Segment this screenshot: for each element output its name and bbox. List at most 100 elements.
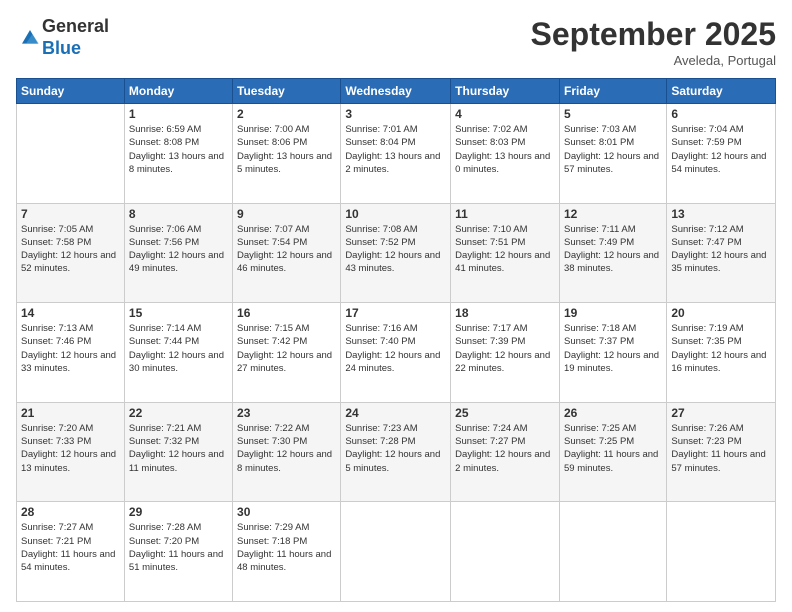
day-number: 5 (564, 107, 662, 121)
table-row: 12Sunrise: 7:11 AM Sunset: 7:49 PM Dayli… (559, 203, 666, 303)
day-info: Sunrise: 7:12 AM Sunset: 7:47 PM Dayligh… (671, 223, 771, 276)
col-thursday: Thursday (451, 79, 560, 104)
table-row: 18 Sunrise: 7:17 AM Sunset: 7:39 PM Dayli… (451, 303, 560, 403)
calendar-header-row: Sunday Monday Tuesday Wednesday Thursday… (17, 79, 776, 104)
table-row: 8 Sunrise: 7:06 AM Sunset: 7:56 PM Daylig… (124, 203, 232, 303)
day-number: 24 (345, 406, 446, 420)
day-number: 26 (564, 406, 662, 420)
col-monday: Monday (124, 79, 232, 104)
table-row: 26 Sunrise: 7:25 AM Sunset: 7:25 PM Dayli… (559, 402, 666, 502)
table-row: 29 Sunrise: 7:28 AM Sunset: 7:20 PM Dayli… (124, 502, 232, 602)
day-number: 30 (237, 505, 336, 519)
day-number: 15 (129, 306, 228, 320)
day-info: Sunrise: 7:21 AM Sunset: 7:32 PM Dayligh… (129, 422, 228, 475)
table-row: 28Sunrise: 7:27 AM Sunset: 7:21 PM Dayli… (17, 502, 125, 602)
day-info: Sunrise: 6:59 AM Sunset: 8:08 PM Dayligh… (129, 123, 228, 176)
table-row: 27Sunrise: 7:26 AM Sunset: 7:23 PM Dayli… (667, 402, 776, 502)
table-row: 3Sunrise: 7:01 AM Sunset: 8:04 PM Daylig… (341, 104, 451, 204)
day-number: 9 (237, 207, 336, 221)
table-row: 9 Sunrise: 7:07 AM Sunset: 7:54 PM Daylig… (233, 203, 341, 303)
table-row: 20 Sunrise: 7:19 AM Sunset: 7:35 PM Dayli… (667, 303, 776, 403)
day-number: 6 (671, 107, 771, 121)
table-row: 24 Sunrise: 7:23 AM Sunset: 7:28 PM Dayli… (341, 402, 451, 502)
day-info: Sunrise: 7:19 AM Sunset: 7:35 PM Dayligh… (671, 322, 771, 375)
day-number: 29 (129, 505, 228, 519)
table-row (17, 104, 125, 204)
table-row: 21Sunrise: 7:20 AM Sunset: 7:33 PM Dayli… (17, 402, 125, 502)
table-row: 14 Sunrise: 7:13 AM Sunset: 7:46 PM Dayli… (17, 303, 125, 403)
table-row: 10 Sunrise: 7:08 AM Sunset: 7:52 PM Dayli… (341, 203, 451, 303)
logo-icon (18, 26, 42, 50)
day-info: Sunrise: 7:06 AM Sunset: 7:56 PM Dayligh… (129, 223, 228, 276)
day-info: Sunrise: 7:29 AM Sunset: 7:18 PM Dayligh… (237, 521, 336, 574)
logo: General Blue (16, 16, 109, 59)
day-info: Sunrise: 7:02 AM Sunset: 8:03 PM Dayligh… (455, 123, 555, 176)
logo-general: General (42, 16, 109, 36)
day-number: 1 (129, 107, 228, 121)
day-number: 19 (564, 306, 662, 320)
day-info: Sunrise: 7:18 AM Sunset: 7:37 PM Dayligh… (564, 322, 662, 375)
day-number: 25 (455, 406, 555, 420)
day-info: Sunrise: 7:13 AM Sunset: 7:46 PM Dayligh… (21, 322, 120, 375)
day-info: Sunrise: 7:03 AM Sunset: 8:01 PM Dayligh… (564, 123, 662, 176)
day-info: Sunrise: 7:23 AM Sunset: 7:28 PM Dayligh… (345, 422, 446, 475)
day-info: Sunrise: 7:07 AM Sunset: 7:54 PM Dayligh… (237, 223, 336, 276)
table-row: 1 Sunrise: 6:59 AM Sunset: 8:08 PM Daylig… (124, 104, 232, 204)
calendar-week-row: 21Sunrise: 7:20 AM Sunset: 7:33 PM Dayli… (17, 402, 776, 502)
col-friday: Friday (559, 79, 666, 104)
table-row: 16 Sunrise: 7:15 AM Sunset: 7:42 PM Dayli… (233, 303, 341, 403)
table-row: 17 Sunrise: 7:16 AM Sunset: 7:40 PM Dayli… (341, 303, 451, 403)
table-row: 15 Sunrise: 7:14 AM Sunset: 7:44 PM Dayli… (124, 303, 232, 403)
day-info: Sunrise: 7:24 AM Sunset: 7:27 PM Dayligh… (455, 422, 555, 475)
table-row: 4 Sunrise: 7:02 AM Sunset: 8:03 PM Daylig… (451, 104, 560, 204)
day-number: 22 (129, 406, 228, 420)
table-row: 22 Sunrise: 7:21 AM Sunset: 7:32 PM Dayli… (124, 402, 232, 502)
day-number: 2 (237, 107, 336, 121)
calendar-table: Sunday Monday Tuesday Wednesday Thursday… (16, 78, 776, 602)
day-info: Sunrise: 7:15 AM Sunset: 7:42 PM Dayligh… (237, 322, 336, 375)
table-row (451, 502, 560, 602)
calendar-week-row: 28Sunrise: 7:27 AM Sunset: 7:21 PM Dayli… (17, 502, 776, 602)
day-number: 4 (455, 107, 555, 121)
day-number: 8 (129, 207, 228, 221)
table-row (341, 502, 451, 602)
location-subtitle: Aveleda, Portugal (531, 53, 776, 68)
col-tuesday: Tuesday (233, 79, 341, 104)
day-info: Sunrise: 7:25 AM Sunset: 7:25 PM Dayligh… (564, 422, 662, 475)
day-number: 20 (671, 306, 771, 320)
day-info: Sunrise: 7:28 AM Sunset: 7:20 PM Dayligh… (129, 521, 228, 574)
day-info: Sunrise: 7:14 AM Sunset: 7:44 PM Dayligh… (129, 322, 228, 375)
table-row: 23 Sunrise: 7:22 AM Sunset: 7:30 PM Dayli… (233, 402, 341, 502)
day-number: 17 (345, 306, 446, 320)
day-number: 23 (237, 406, 336, 420)
calendar-week-row: 1 Sunrise: 6:59 AM Sunset: 8:08 PM Daylig… (17, 104, 776, 204)
title-block: September 2025 Aveleda, Portugal (531, 16, 776, 68)
day-info: Sunrise: 7:05 AM Sunset: 7:58 PM Dayligh… (21, 223, 120, 276)
table-row (667, 502, 776, 602)
calendar-week-row: 7 Sunrise: 7:05 AM Sunset: 7:58 PM Daylig… (17, 203, 776, 303)
day-number: 3 (345, 107, 446, 121)
day-info: Sunrise: 7:16 AM Sunset: 7:40 PM Dayligh… (345, 322, 446, 375)
table-row: 7 Sunrise: 7:05 AM Sunset: 7:58 PM Daylig… (17, 203, 125, 303)
page: General Blue September 2025 Aveleda, Por… (0, 0, 792, 612)
day-number: 28 (21, 505, 120, 519)
table-row: 2 Sunrise: 7:00 AM Sunset: 8:06 PM Daylig… (233, 104, 341, 204)
day-number: 10 (345, 207, 446, 221)
logo-blue: Blue (42, 38, 81, 58)
day-number: 7 (21, 207, 120, 221)
header: General Blue September 2025 Aveleda, Por… (16, 16, 776, 68)
day-number: 16 (237, 306, 336, 320)
day-info: Sunrise: 7:00 AM Sunset: 8:06 PM Dayligh… (237, 123, 336, 176)
table-row (559, 502, 666, 602)
day-info: Sunrise: 7:17 AM Sunset: 7:39 PM Dayligh… (455, 322, 555, 375)
table-row: 11Sunrise: 7:10 AM Sunset: 7:51 PM Dayli… (451, 203, 560, 303)
day-info: Sunrise: 7:10 AM Sunset: 7:51 PM Dayligh… (455, 223, 555, 276)
day-info: Sunrise: 7:22 AM Sunset: 7:30 PM Dayligh… (237, 422, 336, 475)
day-info: Sunrise: 7:08 AM Sunset: 7:52 PM Dayligh… (345, 223, 446, 276)
day-number: 18 (455, 306, 555, 320)
table-row: 5 Sunrise: 7:03 AM Sunset: 8:01 PM Daylig… (559, 104, 666, 204)
table-row: 30 Sunrise: 7:29 AM Sunset: 7:18 PM Dayli… (233, 502, 341, 602)
calendar-week-row: 14 Sunrise: 7:13 AM Sunset: 7:46 PM Dayli… (17, 303, 776, 403)
table-row: 6Sunrise: 7:04 AM Sunset: 7:59 PM Daylig… (667, 104, 776, 204)
day-number: 14 (21, 306, 120, 320)
